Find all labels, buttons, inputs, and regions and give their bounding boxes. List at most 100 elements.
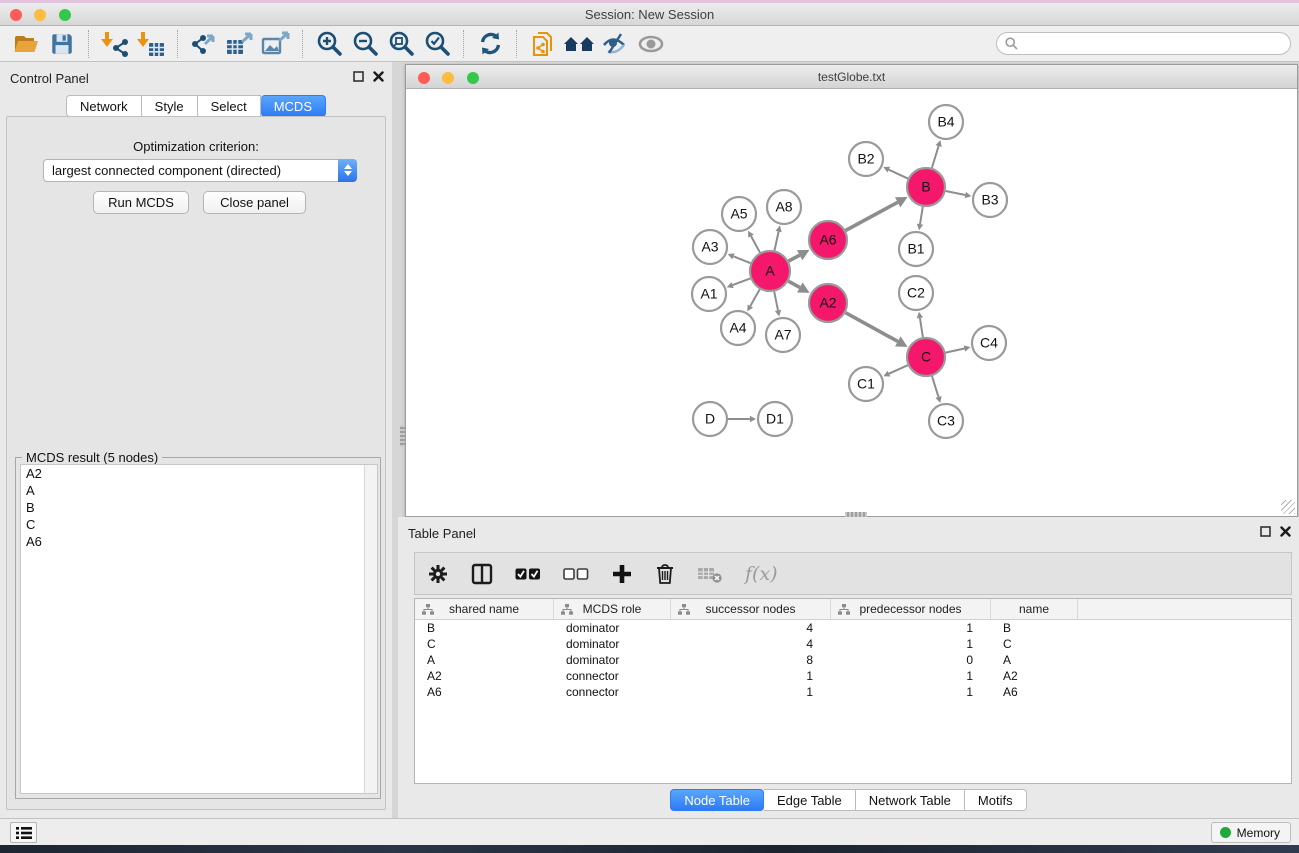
edge-A-A3[interactable] <box>733 256 750 263</box>
gear-icon[interactable] <box>427 563 449 585</box>
result-item[interactable]: B <box>21 499 377 516</box>
mcds-result-list[interactable]: A2ABCA6 <box>20 464 378 794</box>
tab-style[interactable]: Style <box>142 95 198 117</box>
zoom-in-icon[interactable] <box>311 29 347 59</box>
scrollbar-track[interactable] <box>364 465 377 793</box>
hubba-homes-icon[interactable] <box>561 29 597 59</box>
hide-selected-icon[interactable] <box>597 29 633 59</box>
memory-button[interactable]: Memory <box>1211 822 1291 843</box>
criterion-dropdown[interactable]: largest connected component (directed) <box>43 159 357 182</box>
zoom-out-icon[interactable] <box>347 29 383 59</box>
tab-network[interactable]: Network <box>66 95 142 117</box>
table-row[interactable]: A6connector11A6 <box>415 684 1291 700</box>
cell-predecessor-nodes[interactable]: 0 <box>831 652 991 668</box>
cell-name[interactable]: B <box>991 620 1078 636</box>
cell-shared-name[interactable]: A <box>415 652 554 668</box>
cell-name[interactable]: C <box>991 636 1078 652</box>
float-panel-icon[interactable] <box>353 71 364 82</box>
column-header-shared-name[interactable]: shared name <box>415 599 554 619</box>
close-panel-button[interactable]: Close panel <box>203 191 306 214</box>
run-mcds-button[interactable]: Run MCDS <box>93 191 189 214</box>
save-icon[interactable] <box>44 29 80 59</box>
export-network-icon[interactable] <box>186 29 222 59</box>
edge-B-B1[interactable] <box>920 207 923 224</box>
columns-icon[interactable] <box>471 563 493 585</box>
edge-C-C4[interactable] <box>946 348 965 352</box>
tab-edge-table[interactable]: Edge Table <box>764 789 856 811</box>
edge-A-A6[interactable] <box>789 255 800 261</box>
float-panel-icon[interactable] <box>1260 526 1271 537</box>
cell-shared-name[interactable]: B <box>415 620 554 636</box>
tab-mcds[interactable]: MCDS <box>261 95 326 117</box>
table-row[interactable]: Cdominator41C <box>415 636 1291 652</box>
edge-A-A2[interactable] <box>788 281 799 287</box>
edge-C-C1[interactable] <box>889 365 908 373</box>
cell-successor-nodes[interactable]: 8 <box>671 652 831 668</box>
search-field[interactable] <box>1023 37 1282 51</box>
result-item[interactable]: C <box>21 516 377 533</box>
cell-MCDS-role[interactable]: dominator <box>554 620 671 636</box>
edge-A-A1[interactable] <box>733 278 751 285</box>
cell-successor-nodes[interactable]: 1 <box>671 668 831 684</box>
delete-table-icon[interactable] <box>697 564 723 584</box>
search-input[interactable] <box>996 32 1291 55</box>
cell-MCDS-role[interactable]: connector <box>554 684 671 700</box>
cell-predecessor-nodes[interactable]: 1 <box>831 684 991 700</box>
table-row[interactable]: Adominator80A <box>415 652 1291 668</box>
column-header-MCDS-role[interactable]: MCDS role <box>554 599 671 619</box>
cell-successor-nodes[interactable]: 4 <box>671 636 831 652</box>
cell-successor-nodes[interactable]: 1 <box>671 684 831 700</box>
deselect-all-icon[interactable] <box>563 567 589 581</box>
task-history-button[interactable] <box>10 822 37 843</box>
cell-successor-nodes[interactable]: 4 <box>671 620 831 636</box>
cell-MCDS-role[interactable]: dominator <box>554 636 671 652</box>
network-window-titlebar[interactable]: testGlobe.txt <box>406 65 1297 89</box>
network-view-window[interactable]: testGlobe.txt B4B2BB3A8A5A6B1A3AC2A1A2A4… <box>405 64 1298 517</box>
cell-predecessor-nodes[interactable]: 1 <box>831 668 991 684</box>
result-item[interactable]: A <box>21 482 377 499</box>
edge-B-B4[interactable] <box>932 146 939 168</box>
function-builder-icon[interactable]: f(x) <box>745 563 778 585</box>
close-panel-icon[interactable] <box>373 71 384 82</box>
result-item[interactable]: A2 <box>21 465 377 482</box>
edge-A-A8[interactable] <box>774 232 778 251</box>
table-row[interactable]: Bdominator41B <box>415 620 1291 636</box>
tab-motifs[interactable]: Motifs <box>965 789 1027 811</box>
import-table-icon[interactable] <box>133 29 169 59</box>
edge-B-B2[interactable] <box>889 170 908 179</box>
edge-C-C2[interactable] <box>920 318 923 337</box>
cell-shared-name[interactable]: A6 <box>415 684 554 700</box>
result-item[interactable]: A6 <box>21 533 377 550</box>
tab-node-table[interactable]: Node Table <box>670 789 764 811</box>
tab-network-table[interactable]: Network Table <box>856 789 965 811</box>
column-header-name[interactable]: name <box>991 599 1078 619</box>
cell-MCDS-role[interactable]: connector <box>554 668 671 684</box>
column-header-successor-nodes[interactable]: successor nodes <box>671 599 831 619</box>
cell-predecessor-nodes[interactable]: 1 <box>831 620 991 636</box>
cell-shared-name[interactable]: A2 <box>415 668 554 684</box>
show-all-icon[interactable] <box>633 29 669 59</box>
close-panel-icon[interactable] <box>1280 526 1291 537</box>
cell-MCDS-role[interactable]: dominator <box>554 652 671 668</box>
select-all-icon[interactable] <box>515 567 541 581</box>
cell-predecessor-nodes[interactable]: 1 <box>831 636 991 652</box>
node-table[interactable]: shared nameMCDS rolesuccessor nodesprede… <box>414 598 1292 784</box>
export-image-icon[interactable] <box>258 29 294 59</box>
copy-network-icon[interactable] <box>525 29 561 59</box>
refresh-layout-icon[interactable] <box>472 29 508 59</box>
cell-name[interactable]: A6 <box>991 684 1078 700</box>
edge-C-C3[interactable] <box>932 376 939 397</box>
edge-A-A5[interactable] <box>751 236 760 252</box>
cell-name[interactable]: A2 <box>991 668 1078 684</box>
open-icon[interactable] <box>8 29 44 59</box>
window-resize-grip[interactable] <box>1281 500 1295 514</box>
zoom-fit-icon[interactable] <box>383 29 419 59</box>
trash-icon[interactable] <box>655 563 675 585</box>
export-table-icon[interactable] <box>222 29 258 59</box>
app-titlebar[interactable]: Session: New Session <box>0 3 1299 26</box>
cell-name[interactable]: A <box>991 652 1078 668</box>
edge-A6-B[interactable] <box>846 202 898 230</box>
cell-shared-name[interactable]: C <box>415 636 554 652</box>
add-icon[interactable] <box>611 563 633 585</box>
edge-B-B3[interactable] <box>946 191 966 195</box>
